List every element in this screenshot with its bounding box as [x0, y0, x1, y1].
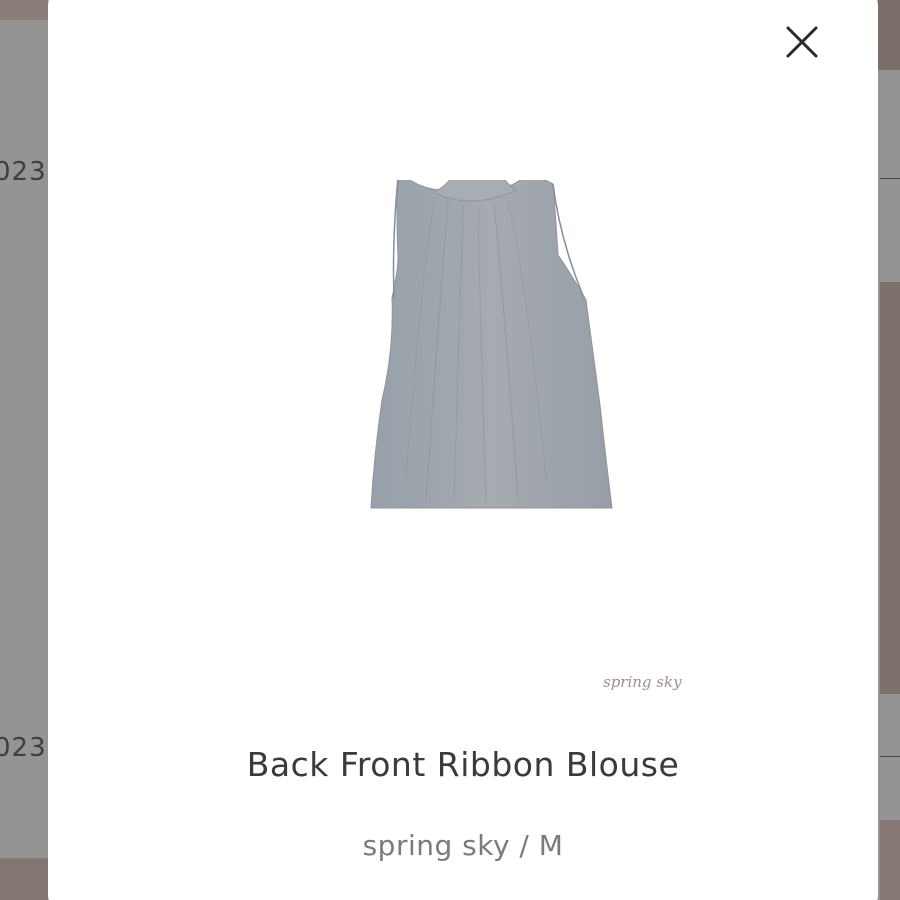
background-divider	[880, 756, 900, 757]
product-modal: spring sky Back Front Ribbon Blouse spri…	[48, 0, 878, 900]
background-divider	[880, 178, 900, 179]
close-button[interactable]	[780, 20, 824, 64]
background-thumbnail	[0, 858, 55, 900]
background-thumbnail	[880, 282, 900, 694]
close-icon[interactable]	[780, 20, 824, 64]
background-year-label: 023	[0, 157, 47, 187]
background-thumbnail	[880, 820, 900, 900]
product-title: Back Front Ribbon Blouse	[246, 745, 680, 784]
sleeveless-blouse-image	[370, 180, 613, 509]
image-watermark: spring sky	[603, 673, 682, 691]
product-image	[308, 180, 628, 540]
product-variant: spring sky / M	[362, 829, 564, 862]
background-year-label: 023	[0, 733, 47, 763]
